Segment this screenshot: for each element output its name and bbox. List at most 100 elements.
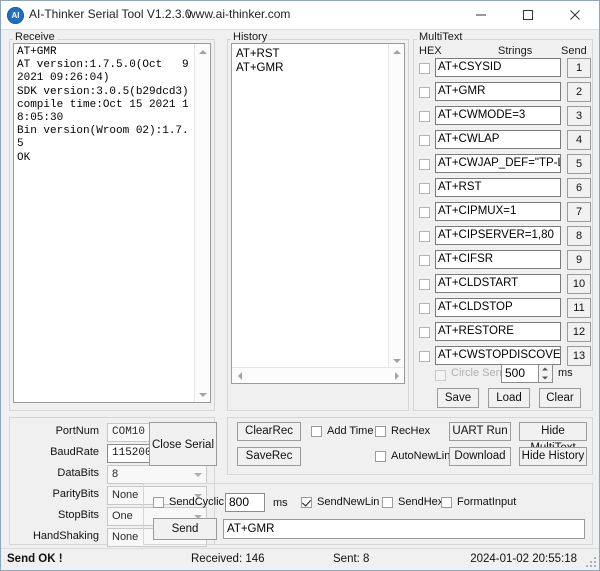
history-vscrollbar[interactable] [388,44,404,368]
scroll-right-icon[interactable] [389,368,404,383]
close-button[interactable] [552,1,598,29]
history-listbox[interactable]: AT+RST AT+GMR [231,43,405,384]
download-button[interactable]: Download [449,447,511,466]
multitext-send-button[interactable]: 2 [567,82,591,102]
circle-send-checkbox[interactable] [435,370,446,381]
format-input-checkbox[interactable] [441,497,452,508]
history-hscrollbar[interactable] [232,367,404,383]
multitext-send-button[interactable]: 8 [567,226,591,246]
send-cyclic-checkbox[interactable] [153,497,164,508]
multitext-hex-checkbox[interactable] [419,279,430,290]
multitext-row: AT+CWJAP_DEF="TP-Link 5 [417,154,589,176]
send-newline-label: SendNewLin [317,496,379,508]
clear-rec-button[interactable]: ClearRec [237,422,301,441]
multitext-send-button[interactable]: 13 [567,346,591,366]
multitext-row: AT+CIPMUX=1 7 [417,202,589,224]
multitext-hex-checkbox[interactable] [419,351,430,362]
multitext-send-button[interactable]: 12 [567,322,591,342]
resize-grip-icon[interactable] [586,557,596,567]
send-newline-checkbox[interactable] [301,497,312,508]
multitext-send-button[interactable]: 4 [567,130,591,150]
scroll-up-icon[interactable] [389,44,404,59]
save-rec-button[interactable]: SaveRec [237,447,301,466]
multitext-command-input[interactable]: AT+CWLAP [435,130,561,149]
minimize-button[interactable] [458,1,504,29]
spinner-down-icon[interactable] [539,374,551,382]
multitext-hex-checkbox[interactable] [419,111,430,122]
maximize-button[interactable] [505,1,551,29]
scroll-down-icon[interactable] [195,387,210,402]
multitext-hex-checkbox[interactable] [419,255,430,266]
setting-label: StopBits [15,509,99,521]
multitext-command-input[interactable]: AT+CIPMUX=1 [435,202,561,221]
rec-hex-checkbox[interactable] [375,426,386,437]
format-input-label: FormatInput [457,496,516,508]
multitext-hex-checkbox[interactable] [419,207,430,218]
multitext-send-button[interactable]: 3 [567,106,591,126]
multitext-hex-checkbox[interactable] [419,135,430,146]
multitext-command-input[interactable]: AT+GMR [435,82,561,101]
multitext-hex-checkbox[interactable] [419,303,430,314]
multitext-send-button[interactable]: 11 [567,298,591,318]
hide-history-button[interactable]: Hide History [519,447,587,466]
multitext-col-hex: HEX [419,45,442,57]
status-message: Send OK ! [7,553,63,565]
hide-multitext-button[interactable]: Hide MultiText [519,422,587,441]
multitext-send-button[interactable]: 1 [567,58,591,78]
close-serial-button[interactable]: Close Serial [149,422,217,466]
multitext-send-button[interactable]: 10 [567,274,591,294]
multitext-command-input[interactable]: AT+CWJAP_DEF="TP-Link [435,154,561,173]
multitext-command-input[interactable]: AT+CWSTOPDISCOVER [435,346,561,365]
scroll-left-icon[interactable] [232,368,247,383]
multitext-command-input[interactable]: AT+CIFSR [435,250,561,269]
add-time-checkbox[interactable] [311,426,322,437]
multitext-command-input[interactable]: AT+CIPSERVER=1,80 [435,226,561,245]
title-bar: AI AI-Thinker Serial Tool V1.2.3.0 www.a… [1,1,599,30]
multitext-command-input[interactable]: AT+CSYSID [435,58,561,77]
auto-newline-label: AutoNewLine [391,450,456,462]
multitext-send-button[interactable]: 7 [567,202,591,222]
rec-hex-label: RecHex [391,425,430,437]
history-item[interactable]: AT+GMR [236,61,388,381]
setting-label: DataBits [15,467,99,479]
scroll-up-icon[interactable] [195,44,210,59]
multitext-hex-checkbox[interactable] [419,159,430,170]
multitext-command-input[interactable]: AT+RESTORE [435,322,561,341]
multitext-send-button[interactable]: 6 [567,178,591,198]
spinner-up-icon[interactable] [539,365,551,373]
send-hex-checkbox[interactable] [382,497,393,508]
receive-text: AT+GMR AT version:1.7.5.0(Oct 9 2021 09:… [17,46,194,400]
multitext-row: AT+CLDSTOP 11 [417,298,589,320]
multitext-command-input[interactable]: AT+CLDSTOP [435,298,561,317]
auto-newline-checkbox[interactable] [375,451,386,462]
multitext-hex-checkbox[interactable] [419,183,430,194]
circle-interval-input[interactable]: 500 [501,364,539,383]
send-interval-input[interactable]: 800 [225,493,265,512]
multitext-hex-checkbox[interactable] [419,87,430,98]
multitext-send-button[interactable]: 5 [567,154,591,174]
maximize-icon [522,9,534,21]
multitext-command-input[interactable]: AT+RST [435,178,561,197]
setting-label: ParityBits [15,488,99,500]
multitext-send-button[interactable]: 9 [567,250,591,270]
circle-interval-spinner[interactable] [539,364,553,383]
multitext-hex-checkbox[interactable] [419,231,430,242]
clear-button[interactable]: Clear [539,388,581,408]
load-button[interactable]: Load [488,388,530,408]
setting-combobox[interactable]: 8 [107,465,207,484]
send-input[interactable]: AT+GMR [223,519,585,539]
scroll-down-icon[interactable] [389,353,404,368]
multitext-panel-label: MultiText [417,31,464,43]
receive-scrollbar[interactable] [194,44,210,402]
uart-run-button[interactable]: UART Run [449,422,511,441]
receive-textarea[interactable]: AT+GMR AT version:1.7.5.0(Oct 9 2021 09:… [13,43,211,403]
circle-send-label: Circle Send [451,367,508,379]
send-button[interactable]: Send [153,518,217,540]
multitext-command-input[interactable]: AT+CWMODE=3 [435,106,561,125]
window-url-text: www.ai-thinker.com [187,7,290,21]
setting-label: BaudRate [15,446,99,458]
multitext-command-input[interactable]: AT+CLDSTART [435,274,561,293]
multitext-hex-checkbox[interactable] [419,63,430,74]
multitext-hex-checkbox[interactable] [419,327,430,338]
save-button[interactable]: Save [437,388,479,408]
